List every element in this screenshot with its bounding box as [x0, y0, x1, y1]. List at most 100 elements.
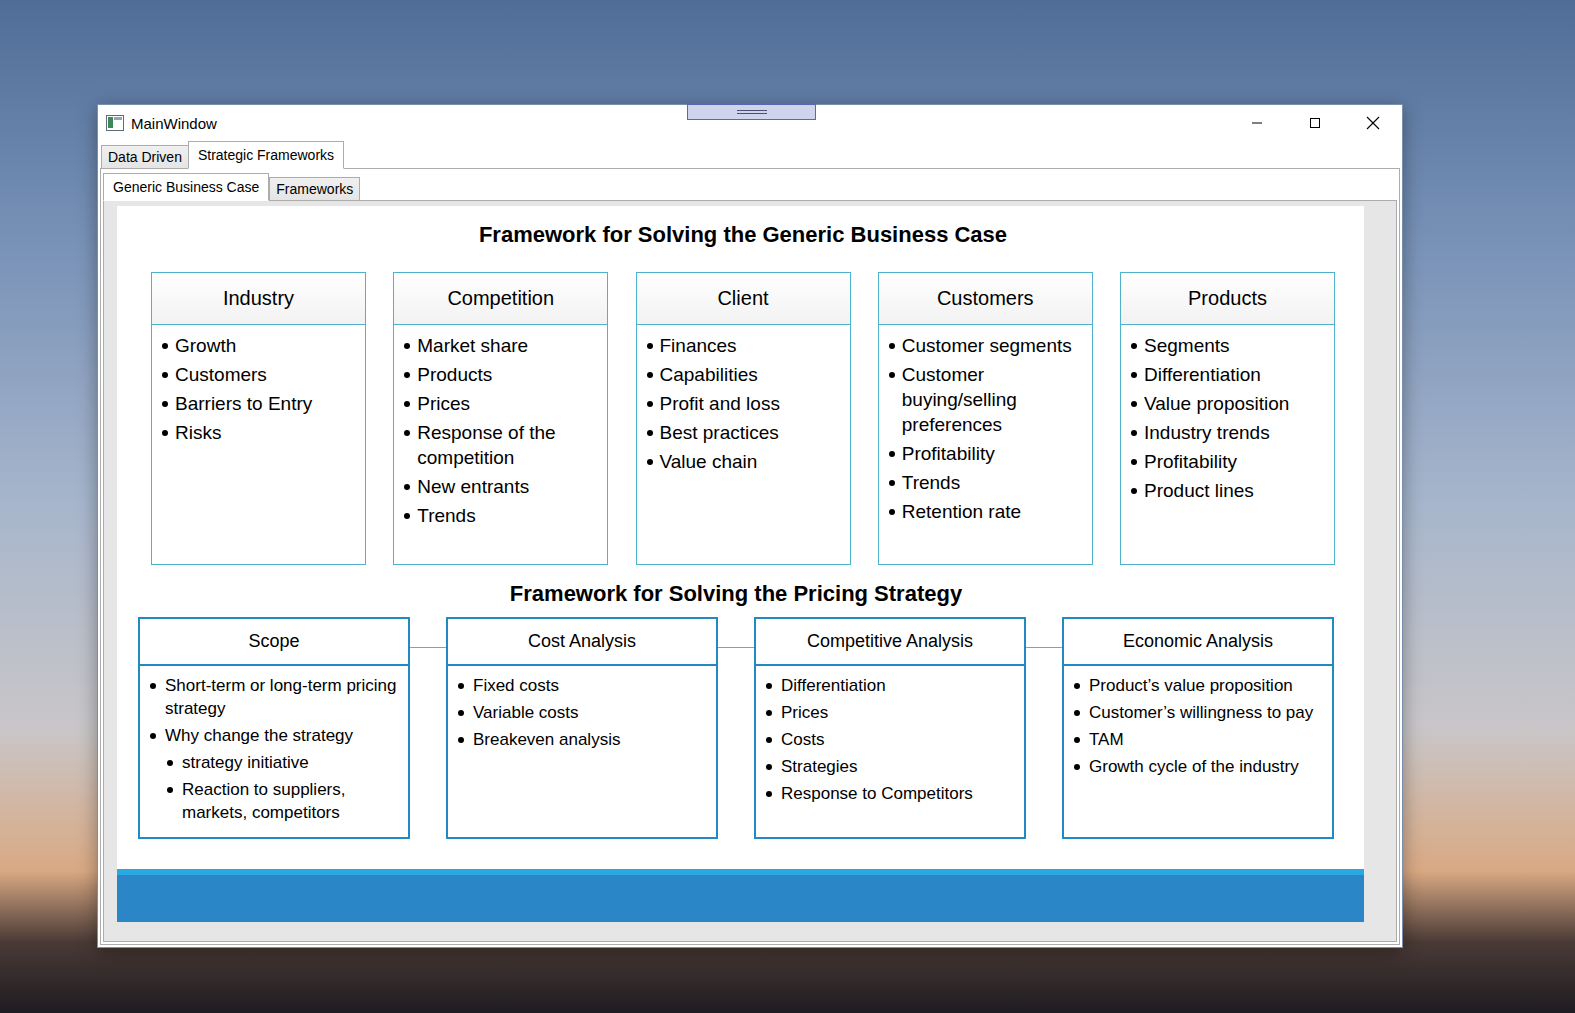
bullet-dot: [404, 343, 410, 349]
card-item: Segments: [1131, 333, 1326, 358]
bullet-dot: [1074, 737, 1080, 743]
card-item: Strategies: [766, 755, 1016, 778]
card-item: Profitability: [889, 441, 1084, 466]
minimize-button[interactable]: [1228, 105, 1286, 141]
bullet-dot: [1131, 430, 1137, 436]
card-item: Customer’s willingness to pay: [1074, 701, 1324, 724]
subtab-strip: Generic Business CaseFrameworks: [103, 173, 1397, 200]
section-title: Framework for Solving the Pricing Strate…: [138, 579, 1334, 609]
item-text: Capabilities: [660, 362, 758, 387]
item-text: Differentiation: [781, 674, 886, 697]
framework-card: CompetitionMarket shareProductsPricesRes…: [393, 272, 608, 565]
handle-line: [737, 110, 767, 111]
item-text: Value proposition: [1144, 391, 1289, 416]
card-item: Industry trends: [1131, 420, 1326, 445]
pricing-card: Economic Analysis Product’s value proposi…: [1062, 617, 1334, 839]
item-text: Short-term or long-term pricing strategy: [165, 674, 400, 720]
card-item: Market share: [404, 333, 599, 358]
handle-line: [737, 113, 767, 114]
bullet-dot: [889, 451, 895, 457]
item-text: New entrants: [417, 474, 529, 499]
card-list: Market share Products Prices Response of th…: [394, 325, 607, 540]
item-text: TAM: [1089, 728, 1124, 751]
item-text: Strategies: [781, 755, 858, 778]
card-item: Variable costs: [458, 701, 708, 724]
card-item: Product lines: [1131, 478, 1326, 503]
item-text: Breakeven analysis: [473, 728, 620, 751]
bullet-dot: [162, 372, 168, 378]
item-text: Trends: [902, 470, 960, 495]
tab-content: Generic Business CaseFrameworksFramework…: [100, 168, 1400, 945]
pricing-card: Competitive AnalysisDifferentiationPrice…: [754, 617, 1026, 839]
item-text: Growth cycle of the industry: [1089, 755, 1299, 778]
card-item: Breakeven analysis: [458, 728, 708, 751]
card-item: TAM: [1074, 728, 1324, 751]
item-text: Best practices: [660, 420, 779, 445]
bullet-dot: [766, 791, 772, 797]
card-header: Customers: [879, 273, 1092, 325]
card-row: IndustryGrowthCustomersBarriers to Entry…: [151, 272, 1335, 565]
card-item: Prices: [404, 391, 599, 416]
card-subitem: strategy initiative: [167, 751, 400, 774]
item-text: Product’s value proposition: [1089, 674, 1293, 697]
item-text: Products: [417, 362, 492, 387]
maximize-button[interactable]: [1286, 105, 1344, 141]
card-header: Products: [1121, 273, 1334, 325]
card-item: Barriers to Entry: [162, 391, 357, 416]
close-button[interactable]: [1344, 105, 1402, 141]
card-item: Short-term or long-term pricing strategy: [150, 674, 400, 720]
bullet-dot: [167, 760, 173, 766]
item-text: Customer’s willingness to pay: [1089, 701, 1313, 724]
bullet-dot: [404, 484, 410, 490]
bullet-dot: [766, 737, 772, 743]
card-list: GrowthCustomersBarriers to EntryRisks: [152, 325, 365, 457]
framework-card: ClientFinancesCapabilitiesProfit and los…: [636, 272, 851, 565]
card-item: Profitability: [1131, 449, 1326, 474]
app-icon: [106, 115, 124, 131]
item-text: Customer segments: [902, 333, 1072, 358]
bullet-dot: [1131, 459, 1137, 465]
drag-handle[interactable]: [687, 104, 816, 120]
card-header: Industry: [152, 273, 365, 325]
card-subitem: Reaction to suppliers, markets, competit…: [167, 778, 400, 824]
card-item: Response of the competition: [404, 420, 599, 470]
bullet-dot: [766, 710, 772, 716]
framework-card: IndustryGrowthCustomersBarriers to Entry…: [151, 272, 366, 565]
bullet-dot: [647, 401, 653, 407]
bullet-dot: [647, 430, 653, 436]
connector-line: [410, 647, 446, 648]
item-text: Market share: [417, 333, 528, 358]
bullet-dot: [1074, 710, 1080, 716]
item-text: Risks: [175, 420, 221, 445]
bullet-dot: [1074, 683, 1080, 689]
item-text: Industry trends: [1144, 420, 1270, 445]
subtab[interactable]: Frameworks: [269, 177, 360, 201]
bullet-dot: [1131, 343, 1137, 349]
card-header: Cost Analysis: [448, 619, 716, 666]
item-text: Response of the competition: [417, 420, 599, 470]
card-item: Products: [404, 362, 599, 387]
subtab[interactable]: Generic Business Case: [103, 173, 269, 201]
bullet-dot: [647, 343, 653, 349]
tab[interactable]: Strategic Frameworks: [188, 141, 344, 169]
tab[interactable]: Data Driven: [101, 145, 189, 169]
card-item: Value chain: [647, 449, 842, 474]
bullet-dot: [162, 430, 168, 436]
card-item: Why change the strategy: [150, 724, 400, 747]
card-header: Economic Analysis: [1064, 619, 1332, 666]
bullet-dot: [404, 430, 410, 436]
bullet-dot: [458, 710, 464, 716]
desktop: MainWindowData DrivenStrategic Framework…: [0, 0, 1575, 1013]
card-header: Competitive Analysis: [756, 619, 1024, 666]
bullet-dot: [404, 401, 410, 407]
card-item: Customers: [162, 362, 357, 387]
bullet-dot: [647, 459, 653, 465]
bullet-dot: [162, 401, 168, 407]
card-list: Fixed costsVariable costsBreakeven analy…: [448, 666, 716, 763]
minimize-icon: [1251, 117, 1263, 129]
item-text: Value chain: [660, 449, 758, 474]
framework-card: CustomersCustomer segmentsCustomer buyin…: [878, 272, 1093, 565]
connector-line: [718, 647, 754, 648]
connector-line: [1026, 647, 1062, 648]
pricing-row: ScopeShort-term or long-term pricing str…: [138, 617, 1334, 839]
